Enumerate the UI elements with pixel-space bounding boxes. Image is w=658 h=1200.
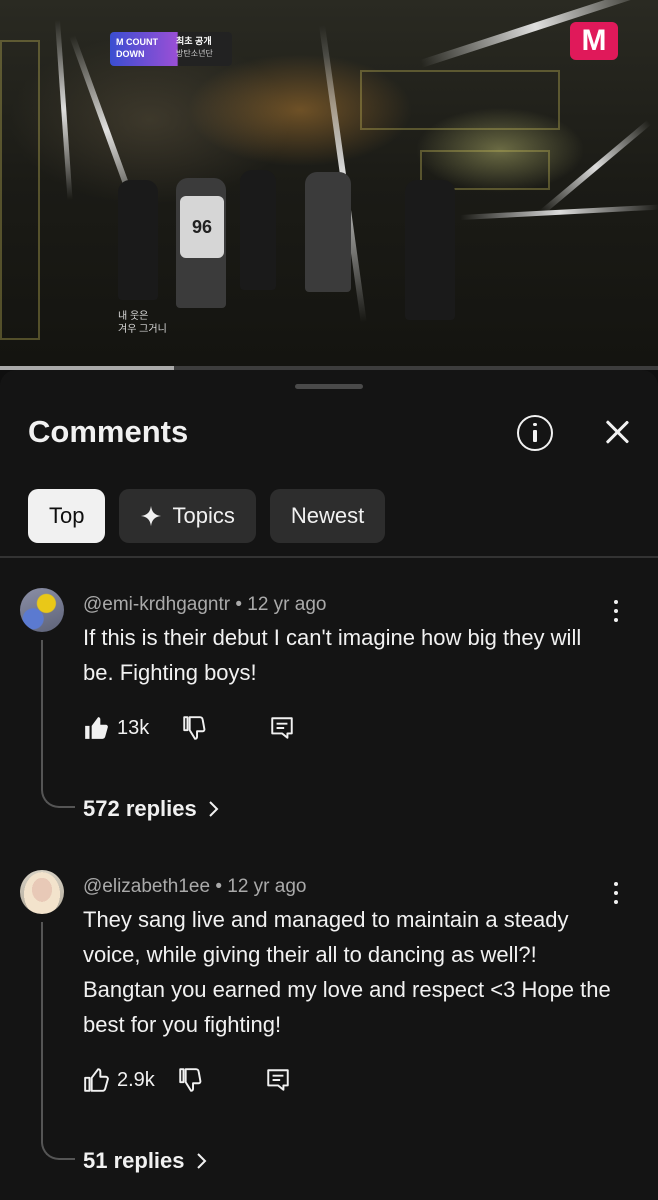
stage-light-panel — [0, 40, 40, 340]
thread-line — [41, 922, 43, 1142]
chevron-right-icon — [196, 1153, 206, 1169]
more-options-icon[interactable] — [612, 882, 620, 906]
reply-icon[interactable] — [265, 1067, 291, 1093]
close-icon[interactable] — [600, 415, 634, 449]
comment-text: They sang live and managed to maintain a… — [83, 907, 611, 1037]
like-count: 13k — [117, 716, 150, 739]
stage-light-beam — [460, 204, 658, 220]
stage-light-panel — [360, 70, 560, 130]
performer — [405, 180, 455, 320]
replies-link[interactable]: 51 replies — [83, 1148, 209, 1174]
show-badge: 최초 공개 — [176, 36, 212, 46]
replies-count: 51 replies — [83, 1148, 185, 1173]
thumbs-down-icon[interactable] — [181, 715, 207, 741]
like-count: 2.9k — [117, 1068, 155, 1091]
sheet-title: Comments — [28, 414, 189, 449]
thumbs-up-icon[interactable] — [83, 1067, 109, 1093]
comment-text: If this is their debut I can't imagine h… — [83, 625, 582, 685]
video-subtitle: 내 웃은 겨우 그거니 — [118, 310, 167, 336]
performer — [240, 170, 276, 290]
drag-handle[interactable] — [295, 384, 363, 389]
replies-link[interactable]: 572 replies — [83, 796, 221, 822]
avatar[interactable] — [20, 588, 64, 632]
channel-logo: M — [570, 22, 618, 60]
thumbs-down-icon[interactable] — [177, 1067, 203, 1093]
chip-label: Topics — [172, 503, 235, 528]
stage-light-beam — [55, 20, 73, 200]
comment-actions: 13k — [83, 713, 295, 743]
comment-actions: 2.9k — [83, 1065, 291, 1095]
sort-chips: Top Topics Newest — [28, 489, 386, 543]
sparkle-icon — [141, 505, 162, 527]
stage-light-beam — [540, 120, 652, 215]
more-options-icon[interactable] — [612, 600, 620, 624]
performer — [118, 180, 158, 300]
show-logo: M COUNT DOWN — [110, 32, 232, 66]
info-icon[interactable] — [517, 415, 553, 451]
chip-topics[interactable]: Topics — [119, 489, 256, 543]
chip-newest[interactable]: Newest — [269, 489, 386, 543]
subtitle-line: 겨우 그거니 — [118, 324, 167, 335]
comment-meta[interactable]: @emi-krdhgagntr • 12 yr ago — [83, 594, 327, 616]
thread-line — [41, 640, 43, 790]
thumbs-up-filled-icon[interactable] — [83, 715, 109, 741]
avatar[interactable] — [20, 870, 64, 914]
video-player[interactable]: 96 M COUNT DOWN 최초 공개 방탄소년단 M 내 웃은 겨우 그거… — [0, 0, 658, 366]
chip-top[interactable]: Top — [28, 489, 106, 543]
jersey-number: 96 — [180, 196, 224, 258]
reply-icon[interactable] — [269, 715, 295, 741]
comment-meta[interactable]: @elizabeth1ee • 12 yr ago — [83, 876, 306, 898]
show-badge-sub: 방탄소년단 — [176, 49, 213, 58]
performer — [305, 172, 351, 292]
divider — [0, 556, 658, 558]
subtitle-line: 내 웃은 — [118, 311, 149, 322]
chip-label: Top — [49, 503, 85, 528]
chevron-right-icon — [209, 801, 219, 817]
replies-count: 572 replies — [83, 796, 197, 821]
chip-label: Newest — [290, 503, 365, 528]
